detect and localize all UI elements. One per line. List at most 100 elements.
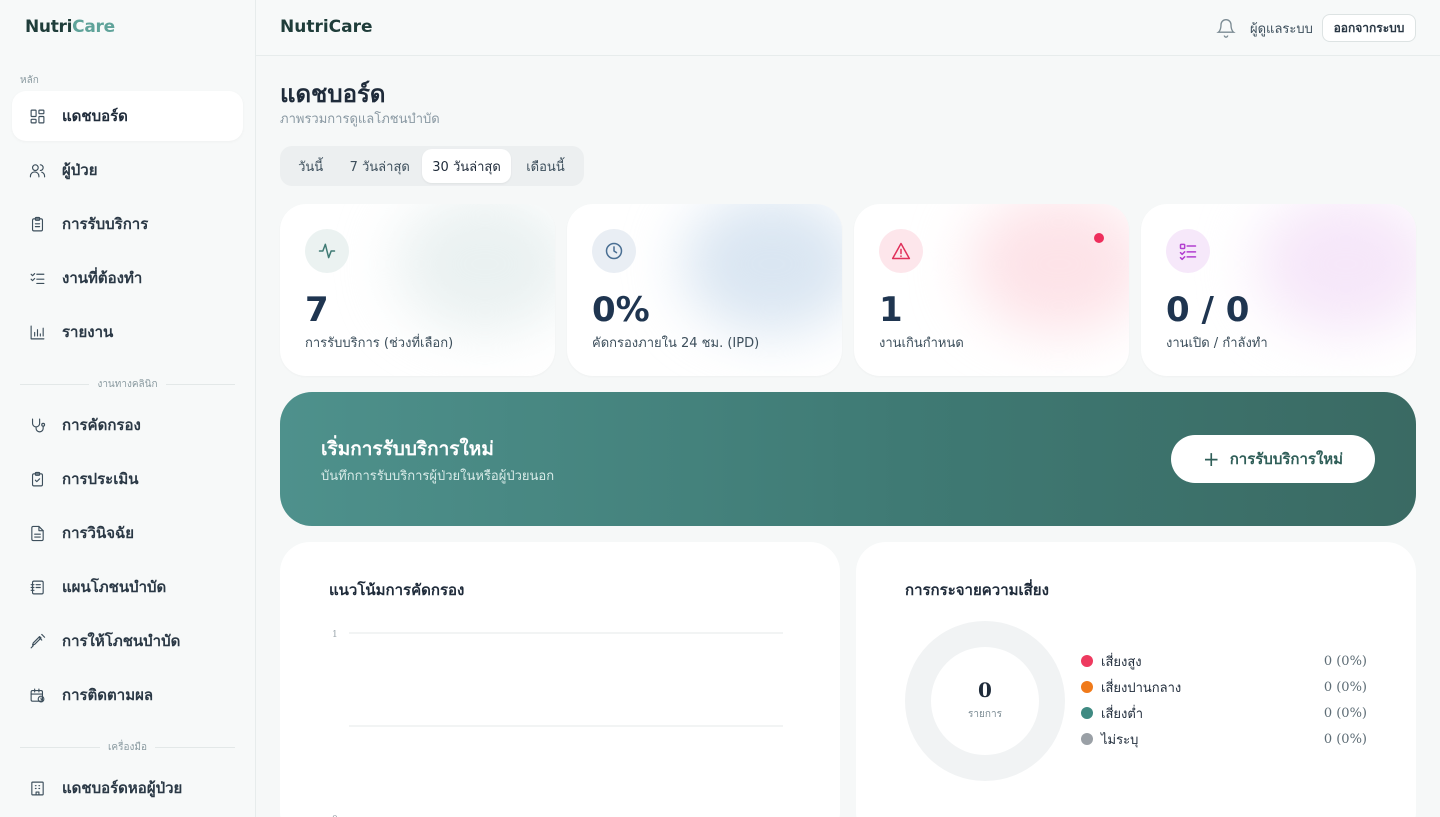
stat-value: 7 <box>305 290 329 330</box>
sidebar-item-assessment[interactable]: การประเมิน <box>12 454 243 504</box>
sidebar-item-patients[interactable]: ผู้ป่วย <box>12 145 243 195</box>
page-subtitle: ภาพรวมการดูแลโภชนบำบัด <box>280 112 440 127</box>
trend-chart: 1 0 <box>332 630 783 817</box>
stat-card-overdue[interactable]: 1 งานเกินกำหนด <box>854 204 1129 376</box>
legend-swatch <box>1081 655 1093 667</box>
activity-icon <box>305 229 349 273</box>
sidebar-item-ward-dashboard[interactable]: แดชบอร์ดหอผู้ป่วย <box>12 763 243 813</box>
bar-chart-icon <box>28 323 46 341</box>
legend-value: 0 (0%) <box>1323 705 1367 721</box>
alert-indicator-dot <box>1094 233 1104 243</box>
stat-value: 1 <box>879 290 903 330</box>
stat-label: การรับบริการ (ช่วงที่เลือก) <box>305 336 454 351</box>
stat-card-encounters[interactable]: 7 การรับบริการ (ช่วงที่เลือก) <box>280 204 555 376</box>
calendar-clock-icon <box>28 686 46 704</box>
legend-swatch <box>1081 681 1093 693</box>
clipboard-check-icon <box>28 470 46 488</box>
date-range-tabs: วันนี้ 7 วันล่าสุด 30 วันล่าสุด เดือนนี้ <box>280 146 584 186</box>
sidebar-item-label: การคัดกรอง <box>62 416 141 434</box>
plus-icon: + <box>1202 447 1220 471</box>
sidebar-item-reports[interactable]: รายงาน <box>12 307 243 357</box>
sidebar-item-label: การติดตามผล <box>62 686 154 704</box>
building-icon <box>28 779 46 797</box>
logout-button[interactable]: ออกจากระบบ <box>1322 14 1416 42</box>
stat-card-open-tasks[interactable]: 0 / 0 งานเปิด / กำลังทำ <box>1141 204 1416 376</box>
brand-logo[interactable]: NutriCare <box>25 17 115 37</box>
sidebar-item-label: การรับบริการ <box>62 215 149 233</box>
notebook-icon <box>28 578 46 596</box>
syringe-icon <box>28 632 46 650</box>
sidebar-item-diagnosis[interactable]: การวินิจฉัย <box>12 508 243 558</box>
panel-title: แนวโน้มการคัดกรอง <box>329 581 465 599</box>
legend-value: 0 (0%) <box>1323 731 1367 747</box>
sidebar-item-follow-up[interactable]: การติดตามผล <box>12 670 243 720</box>
new-encounter-button-label: การรับบริการใหม่ <box>1229 450 1344 468</box>
risk-distribution-panel: การกระจายความเสี่ยง 0 รายการ เสี่ยงสูง 0… <box>856 542 1416 817</box>
dashboard-icon <box>28 107 46 125</box>
sidebar-item-label: แดชบอร์ดหอผู้ป่วย <box>62 779 183 797</box>
clock-icon <box>592 229 636 273</box>
sidebar-item-nutrition-plan[interactable]: แผนโภชนบำบัด <box>12 562 243 612</box>
tab-7-days[interactable]: 7 วันล่าสุด <box>337 149 422 183</box>
sidebar-item-dashboard[interactable]: แดชบอร์ด <box>12 91 243 141</box>
document-icon <box>28 524 46 542</box>
sidebar-item-label: การวินิจฉัย <box>62 524 135 542</box>
sidebar-item-label: รายงาน <box>62 323 114 341</box>
section-label-main: หลัก <box>20 75 39 86</box>
legend-label: เสี่ยงสูง <box>1101 654 1142 670</box>
sidebar-item-nutrition-delivery[interactable]: การให้โภชนบำบัด <box>12 616 243 666</box>
legend-value: 0 (0%) <box>1323 679 1367 695</box>
sidebar-item-screening[interactable]: การคัดกรอง <box>12 400 243 450</box>
tab-30-days[interactable]: 30 วันล่าสุด <box>422 149 511 183</box>
banner-title: เริ่มการรับบริการใหม่ <box>321 438 494 460</box>
bell-icon[interactable] <box>1216 18 1236 38</box>
stat-value: 0 / 0 <box>1166 290 1250 330</box>
section-divider-clinical: งานทางคลินิก <box>20 377 236 391</box>
legend-label: เสี่ยงต่ำ <box>1101 706 1144 722</box>
stat-label: คัดกรองภายใน 24 ชม. (IPD) <box>592 336 760 351</box>
donut-center-value: 0 <box>978 678 992 702</box>
section-label-tools: เครื่องมือ <box>108 741 147 753</box>
sidebar-item-label: แผนโภชนบำบัด <box>62 578 167 596</box>
sidebar: NutriCare หลัก แดชบอร์ด ผู้ป่วย การรับบร… <box>0 0 256 817</box>
stat-card-screening-24h[interactable]: 0% คัดกรองภายใน 24 ชม. (IPD) <box>567 204 842 376</box>
checklist-icon <box>28 269 46 287</box>
sidebar-item-label: ผู้ป่วย <box>62 161 98 179</box>
brand-part2: Care <box>72 17 115 37</box>
stat-label: งานเปิด / กำลังทำ <box>1166 336 1268 351</box>
legend-swatch <box>1081 707 1093 719</box>
new-encounter-button[interactable]: + การรับบริการใหม่ <box>1171 435 1375 483</box>
app-title: NutriCare <box>280 17 373 37</box>
sidebar-item-label: การให้โภชนบำบัด <box>62 632 181 650</box>
legend-item-unspecified: ไม่ระบุ 0 (0%) <box>1081 729 1367 749</box>
legend-label: ไม่ระบุ <box>1101 732 1139 748</box>
users-icon <box>28 161 46 179</box>
stat-label: งานเกินกำหนด <box>879 336 964 351</box>
sidebar-item-label: การประเมิน <box>62 470 139 488</box>
sidebar-item-tasks[interactable]: งานที่ต้องทำ <box>12 253 243 303</box>
section-divider-tools: เครื่องมือ <box>20 740 235 754</box>
y-tick-top: 1 <box>332 630 338 640</box>
legend-value: 0 (0%) <box>1323 653 1367 669</box>
legend-label: เสี่ยงปานกลาง <box>1101 680 1182 696</box>
banner-subtitle: บันทึกการรับบริการผู้ป่วยในหรือผู้ป่วยนอ… <box>321 469 555 484</box>
sidebar-item-encounters[interactable]: การรับบริการ <box>12 199 243 249</box>
tab-this-month[interactable]: เดือนนี้ <box>511 149 580 183</box>
panel-title: การกระจายความเสี่ยง <box>905 581 1049 599</box>
sidebar-item-label: แดชบอร์ด <box>62 107 128 125</box>
user-name[interactable]: ผู้ดูแลระบบ <box>1250 18 1313 39</box>
sidebar-item-label: งานที่ต้องทำ <box>62 269 143 287</box>
section-label-clinical: งานทางคลินิก <box>97 378 158 390</box>
clipboard-icon <box>28 215 46 233</box>
screening-trend-panel: แนวโน้มการคัดกรอง 1 0 <box>280 542 840 817</box>
stethoscope-icon <box>28 416 46 434</box>
new-encounter-banner: เริ่มการรับบริการใหม่ บันทึกการรับบริการ… <box>280 392 1416 526</box>
legend-item-low: เสี่ยงต่ำ 0 (0%) <box>1081 703 1367 723</box>
task-list-icon <box>1166 229 1210 273</box>
legend-swatch <box>1081 733 1093 745</box>
legend-item-medium: เสี่ยงปานกลาง 0 (0%) <box>1081 677 1367 697</box>
alert-triangle-icon <box>879 229 923 273</box>
brand-part1: Nutri <box>25 17 73 37</box>
tab-today[interactable]: วันนี้ <box>284 149 337 183</box>
stat-value: 0% <box>592 290 650 330</box>
